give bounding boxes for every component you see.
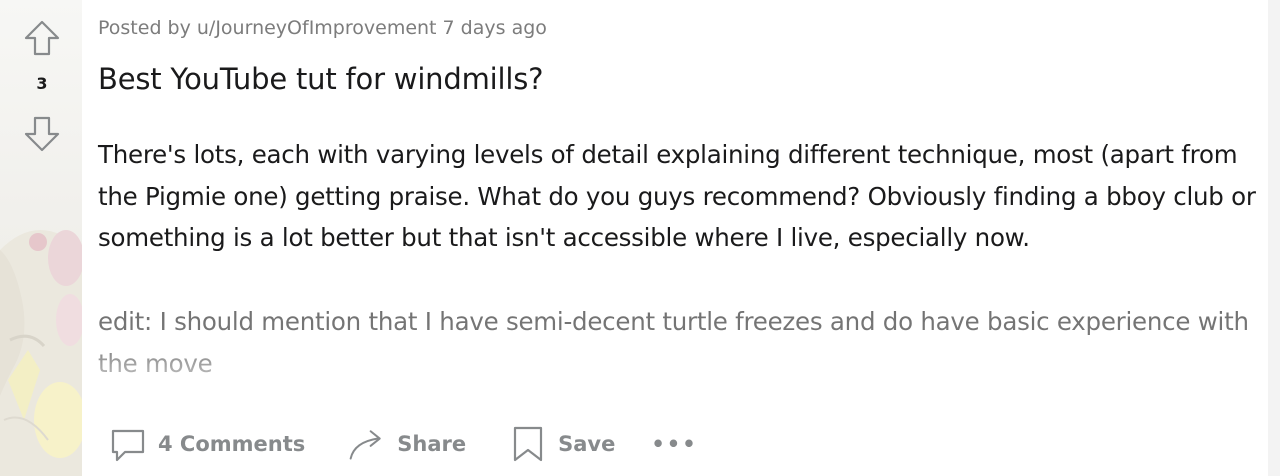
post-edit-note: edit: I should mention that I have semi-…	[98, 301, 1258, 384]
post-meta[interactable]: Posted by u/JourneyOfImprovement 7 days …	[98, 17, 547, 39]
save-button[interactable]: Save	[500, 420, 623, 468]
comments-button[interactable]: 4 Comments	[100, 420, 313, 468]
post-card[interactable]: 3 Posted by u/JourneyOfImprovement 7 day…	[0, 0, 1280, 476]
share-label: Share	[397, 432, 467, 456]
post-body: There's lots, each with varying levels o…	[98, 140, 1256, 253]
scrollbar-track[interactable]	[1268, 0, 1280, 476]
downvote-button[interactable]	[22, 114, 62, 154]
share-arrow-icon	[347, 424, 387, 464]
subreddit-banner-art	[0, 230, 82, 476]
arrow-up-outline-icon	[24, 20, 60, 56]
bookmark-icon	[508, 424, 548, 464]
upvote-button[interactable]	[22, 18, 62, 58]
save-label: Save	[558, 432, 616, 456]
vote-score: 3	[36, 74, 48, 93]
comments-label: 4 Comments	[158, 432, 306, 456]
post-title[interactable]: Best YouTube tut for windmills?	[98, 62, 543, 96]
arrow-down-outline-icon	[24, 116, 60, 152]
comment-bubble-icon	[108, 424, 148, 464]
share-button[interactable]: Share	[339, 420, 474, 468]
vote-rail: 3	[0, 0, 82, 476]
post-actions-bar: 4 Comments Share Save •••	[98, 416, 706, 472]
more-options-icon: •••	[651, 432, 698, 456]
more-options-button[interactable]: •••	[643, 420, 705, 468]
